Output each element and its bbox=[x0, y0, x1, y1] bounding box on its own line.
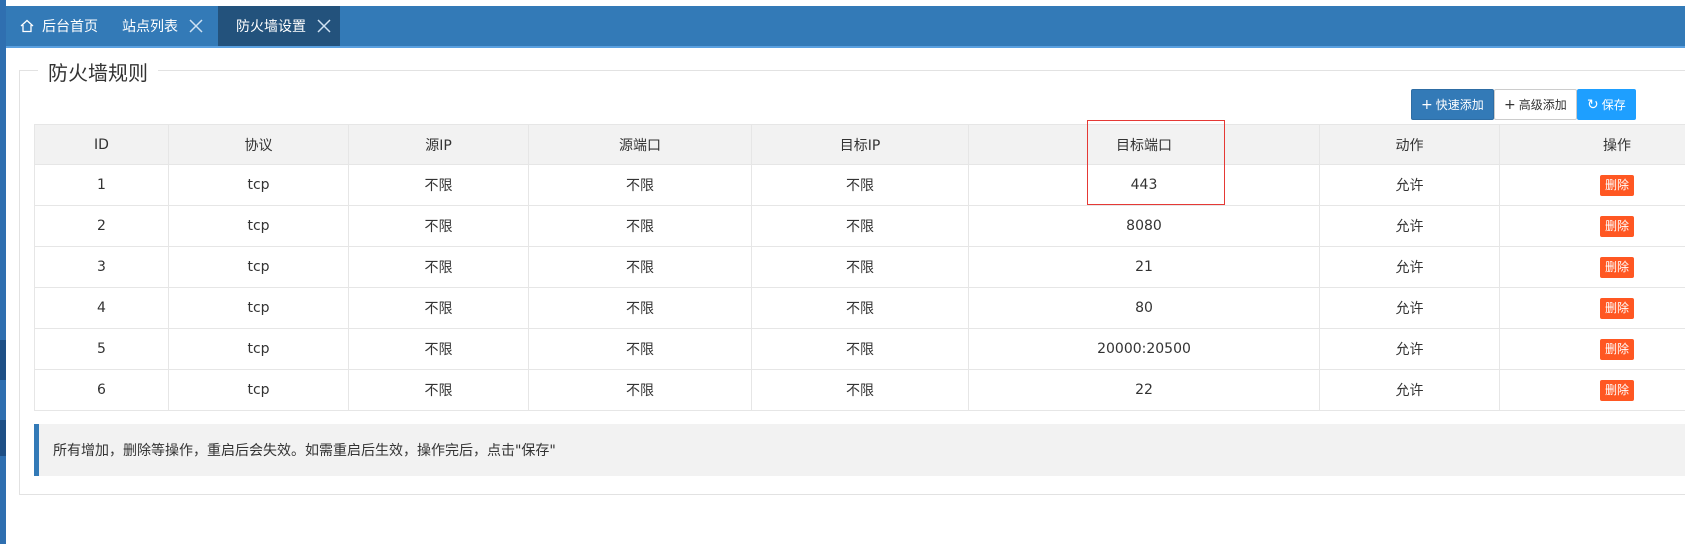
cell-source-port: 不限 bbox=[528, 287, 752, 329]
tab-label: 站点列表 bbox=[122, 19, 178, 35]
sidebar-marker bbox=[0, 420, 6, 456]
cell-protocol: tcp bbox=[168, 205, 349, 247]
cell-source-port: 不限 bbox=[528, 164, 752, 206]
table-row: 5 tcp 不限 不限 不限 20000:20500 允许 删除 bbox=[34, 328, 1685, 370]
table-header-row: ID 协议 源IP 源端口 目标IP 目标端口 动作 操作 bbox=[34, 124, 1685, 165]
save-button[interactable]: ↻ 保存 bbox=[1577, 89, 1636, 120]
column-header-target-ip: 目标IP bbox=[751, 124, 969, 165]
cell-protocol: tcp bbox=[168, 369, 349, 411]
cell-target-ip: 不限 bbox=[751, 369, 969, 411]
cell-target-ip: 不限 bbox=[751, 287, 969, 329]
delete-button[interactable]: 删除 bbox=[1599, 338, 1634, 360]
table-row: 4 tcp 不限 不限 不限 80 允许 删除 bbox=[34, 287, 1685, 329]
cell-action: 允许 bbox=[1319, 164, 1500, 206]
notice-message: 所有增加，删除等操作，重启后会失效。如需重启后生效，操作完后，点击"保存" bbox=[34, 424, 1685, 476]
cell-source-port: 不限 bbox=[528, 205, 752, 247]
tab-site-list[interactable]: 站点列表 bbox=[122, 6, 218, 46]
cell-source-ip: 不限 bbox=[348, 205, 529, 247]
cell-id: 2 bbox=[34, 205, 169, 247]
delete-button[interactable]: 删除 bbox=[1599, 297, 1634, 319]
cell-id: 6 bbox=[34, 369, 169, 411]
cell-target-ip: 不限 bbox=[751, 246, 969, 288]
cell-source-ip: 不限 bbox=[348, 164, 529, 206]
cell-id: 4 bbox=[34, 287, 169, 329]
cell-operation: 删除 bbox=[1499, 164, 1685, 206]
column-header-operation: 操作 bbox=[1499, 124, 1685, 165]
cell-source-ip: 不限 bbox=[348, 369, 529, 411]
cell-action: 允许 bbox=[1319, 246, 1500, 288]
cell-target-ip: 不限 bbox=[751, 328, 969, 370]
advanced-add-button[interactable]: + 高级添加 bbox=[1494, 89, 1577, 120]
cell-source-ip: 不限 bbox=[348, 287, 529, 329]
table-row: 6 tcp 不限 不限 不限 22 允许 删除 bbox=[34, 369, 1685, 411]
plus-icon: + bbox=[1504, 96, 1516, 113]
close-icon[interactable] bbox=[188, 18, 204, 34]
cell-target-ip: 不限 bbox=[751, 205, 969, 247]
home-icon bbox=[20, 19, 34, 33]
delete-button[interactable]: 删除 bbox=[1599, 379, 1634, 401]
sidebar-marker bbox=[0, 340, 6, 380]
cell-protocol: tcp bbox=[168, 287, 349, 329]
cell-protocol: tcp bbox=[168, 246, 349, 288]
cell-action: 允许 bbox=[1319, 328, 1500, 370]
save-label: 保存 bbox=[1601, 98, 1626, 112]
tab-firewall-settings[interactable]: 防火墙设置 bbox=[218, 6, 340, 46]
cell-operation: 删除 bbox=[1499, 328, 1685, 370]
column-header-source-ip: 源IP bbox=[348, 124, 529, 165]
cell-target-port: 443 bbox=[968, 164, 1320, 206]
quick-add-label: 快速添加 bbox=[1435, 98, 1484, 112]
table-row: 1 tcp 不限 不限 不限 443 允许 删除 bbox=[34, 164, 1685, 206]
column-header-id: ID bbox=[34, 124, 169, 165]
firewall-rules-table: ID 协议 源IP 源端口 目标IP 目标端口 动作 操作 1 tcp 不限 不… bbox=[34, 124, 1685, 411]
cell-action: 允许 bbox=[1319, 369, 1500, 411]
tab-label: 防火墙设置 bbox=[236, 19, 306, 35]
cell-protocol: tcp bbox=[168, 164, 349, 206]
delete-button[interactable]: 删除 bbox=[1599, 256, 1634, 278]
cell-target-port: 20000:20500 bbox=[968, 328, 1320, 370]
cell-id: 3 bbox=[34, 246, 169, 288]
cell-id: 5 bbox=[34, 328, 169, 370]
tab-bar: 后台首页 站点列表 防火墙设置 bbox=[6, 6, 1685, 48]
cell-source-port: 不限 bbox=[528, 369, 752, 411]
cell-source-port: 不限 bbox=[528, 328, 752, 370]
quick-add-button[interactable]: + 快速添加 bbox=[1411, 89, 1494, 120]
cell-operation: 删除 bbox=[1499, 287, 1685, 329]
column-header-protocol: 协议 bbox=[168, 124, 349, 165]
cell-operation: 删除 bbox=[1499, 246, 1685, 288]
panel-title: 防火墙规则 bbox=[38, 57, 158, 86]
cell-target-ip: 不限 bbox=[751, 164, 969, 206]
cell-target-port: 21 bbox=[968, 246, 1320, 288]
cell-source-ip: 不限 bbox=[348, 328, 529, 370]
close-icon[interactable] bbox=[316, 18, 332, 34]
cell-target-port: 8080 bbox=[968, 205, 1320, 247]
tab-label: 后台首页 bbox=[42, 19, 98, 35]
table-row: 3 tcp 不限 不限 不限 21 允许 删除 bbox=[34, 246, 1685, 288]
cell-source-port: 不限 bbox=[528, 246, 752, 288]
table-row: 2 tcp 不限 不限 不限 8080 允许 删除 bbox=[34, 205, 1685, 247]
delete-button[interactable]: 删除 bbox=[1599, 215, 1634, 237]
advanced-add-label: 高级添加 bbox=[1518, 98, 1567, 112]
column-header-target-port: 目标端口 bbox=[968, 124, 1320, 165]
cell-target-port: 80 bbox=[968, 287, 1320, 329]
cell-operation: 删除 bbox=[1499, 369, 1685, 411]
cell-id: 1 bbox=[34, 164, 169, 206]
refresh-icon: ↻ bbox=[1587, 96, 1599, 113]
cell-protocol: tcp bbox=[168, 328, 349, 370]
cell-action: 允许 bbox=[1319, 205, 1500, 247]
cell-source-ip: 不限 bbox=[348, 246, 529, 288]
notice-text: 所有增加，删除等操作，重启后会失效。如需重启后生效，操作完后，点击"保存" bbox=[53, 443, 556, 459]
tab-home[interactable]: 后台首页 bbox=[6, 6, 122, 46]
plus-icon: + bbox=[1421, 96, 1433, 113]
column-header-action: 动作 bbox=[1319, 124, 1500, 165]
cell-target-port: 22 bbox=[968, 369, 1320, 411]
delete-button[interactable]: 删除 bbox=[1599, 174, 1634, 196]
cell-operation: 删除 bbox=[1499, 205, 1685, 247]
left-sidebar-strip bbox=[0, 0, 6, 544]
column-header-source-port: 源端口 bbox=[528, 124, 752, 165]
cell-action: 允许 bbox=[1319, 287, 1500, 329]
